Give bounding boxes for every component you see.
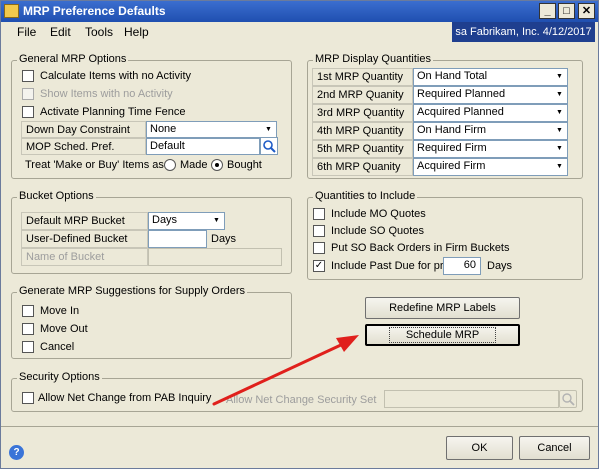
mrp-preference-window: MRP Preference Defaults _ □ ✕ File Edit … [0,0,599,469]
arrow-line [212,342,345,406]
annotation-arrow [212,335,359,406]
arrow-head [336,335,359,352]
